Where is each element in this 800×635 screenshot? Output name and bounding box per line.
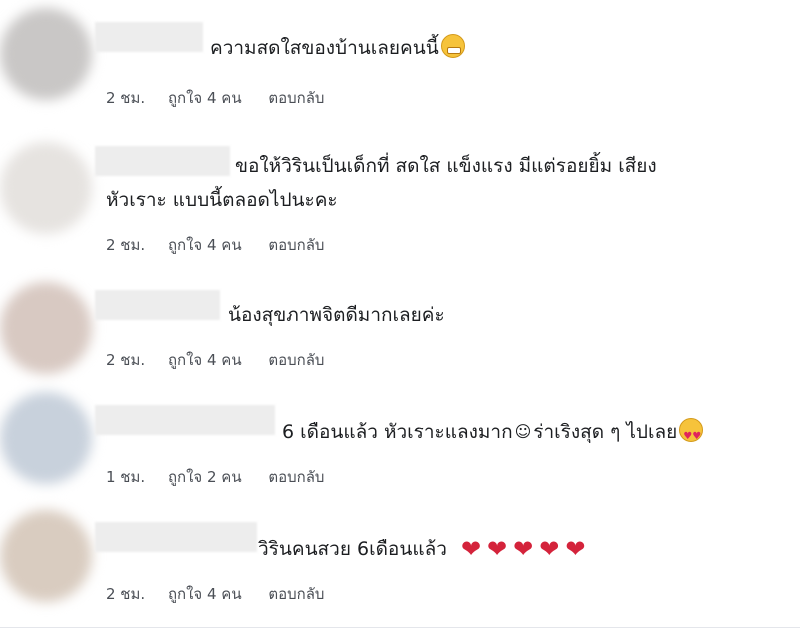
grinning-face-emoji-icon xyxy=(440,34,465,58)
comment-meta: 1 ชม. ถูกใจ 2 คน ตอบกลับ xyxy=(106,465,324,489)
avatar[interactable] xyxy=(0,282,92,374)
comment-text: วิรินคนสวย 6เดือนแล้ว ❤ ❤ ❤ ❤ ❤ xyxy=(258,532,591,566)
comment-text: 6 เดือนแล้ว หัวเราะแลงมาก ☺ ร่าเริงสุด ๆ ไ… xyxy=(282,415,704,454)
comment-meta: 2 ชม. ถูกใจ 4 คน ตอบกลับ xyxy=(106,348,324,372)
red-heart-icon: ❤ xyxy=(513,535,534,563)
avatar[interactable] xyxy=(0,142,92,234)
comment-meta: 2 ชม. ถูกใจ 4 คน ตอบกลับ xyxy=(106,86,324,110)
comment-text-line2: หัวเราะ แบบนี้ตลอดไปนะคะ xyxy=(106,189,338,211)
red-heart-icon: ❤ xyxy=(460,535,482,563)
like-count-link[interactable]: ถูกใจ 4 คน xyxy=(168,86,242,110)
reply-link[interactable]: ตอบกลับ xyxy=(268,582,324,606)
comment-text: ความสดใสของบ้านเลยคนนี้ xyxy=(210,31,465,65)
commenter-name-redacted[interactable] xyxy=(95,146,230,176)
commenter-name-redacted[interactable] xyxy=(95,290,220,320)
timestamp[interactable]: 1 ชม. xyxy=(106,465,145,489)
commenter-name-redacted[interactable] xyxy=(95,522,257,552)
comment-meta: 2 ชม. ถูกใจ 4 คน ตอบกลับ xyxy=(106,233,324,257)
comment-meta: 2 ชม. ถูกใจ 4 คน ตอบกลับ xyxy=(106,582,324,606)
like-count-link[interactable]: ถูกใจ 4 คน xyxy=(168,348,242,372)
red-heart-icon: ❤ xyxy=(487,535,508,563)
timestamp[interactable]: 2 ชม. xyxy=(106,582,145,606)
commenter-name-redacted[interactable] xyxy=(95,405,275,435)
reply-link[interactable]: ตอบกลับ xyxy=(268,348,324,372)
avatar[interactable] xyxy=(0,392,92,484)
smile-icon: ☺ xyxy=(514,422,532,441)
reply-link[interactable]: ตอบกลับ xyxy=(268,233,324,257)
like-count-link[interactable]: ถูกใจ 2 คน xyxy=(168,465,242,489)
smiling-face-with-hearts-emoji-icon xyxy=(679,418,704,454)
timestamp[interactable]: 2 ชม. xyxy=(106,86,145,110)
red-heart-icon: ❤ xyxy=(539,535,560,563)
like-count-link[interactable]: ถูกใจ 4 คน xyxy=(168,233,242,257)
reply-link[interactable]: ตอบกลับ xyxy=(268,86,324,110)
timestamp[interactable]: 2 ชม. xyxy=(106,348,145,372)
timestamp[interactable]: 2 ชม. xyxy=(106,233,145,257)
divider xyxy=(0,627,800,628)
avatar[interactable] xyxy=(0,510,92,602)
comment-text-line1: ขอให้วิรินเป็นเด็กที่ สดใส แข็งแรง มีแต่… xyxy=(235,155,657,177)
comment-text: น้องสุขภาพจิตดีมากเลยค่ะ xyxy=(228,304,445,326)
avatar[interactable] xyxy=(0,8,92,100)
hearts: ❤ ❤ ❤ ❤ ❤ xyxy=(460,535,592,563)
red-heart-icon: ❤ xyxy=(565,535,586,563)
reply-link[interactable]: ตอบกลับ xyxy=(268,465,324,489)
commenter-name-redacted[interactable] xyxy=(95,22,203,52)
like-count-link[interactable]: ถูกใจ 4 คน xyxy=(168,582,242,606)
